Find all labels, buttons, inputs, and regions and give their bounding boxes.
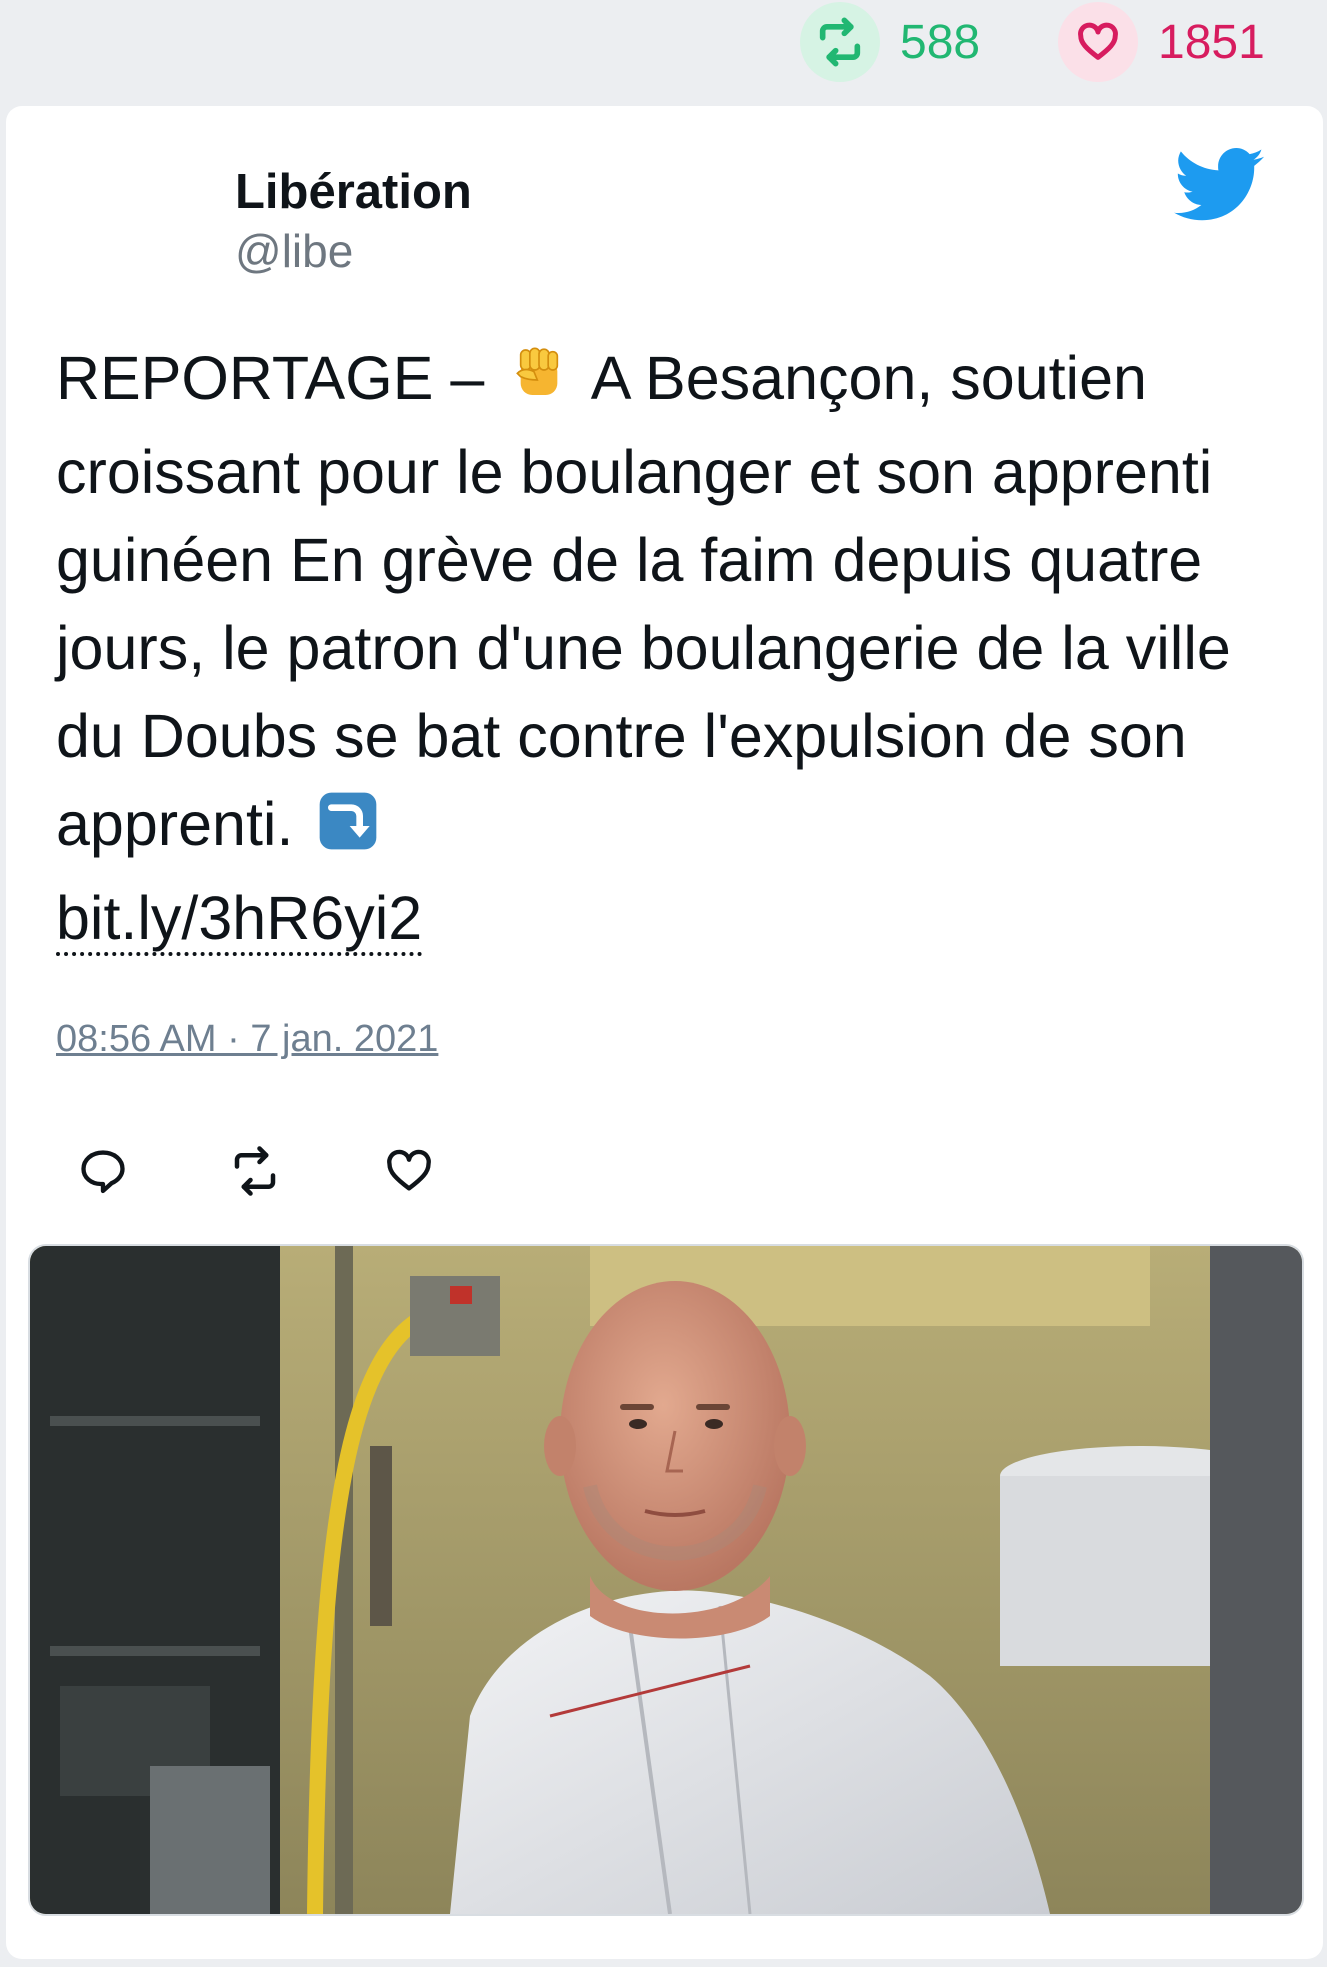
tweet-timestamp[interactable]: 08:56 AM · 7 jan. 2021: [56, 1018, 438, 1061]
twitter-bird-icon[interactable]: [1174, 148, 1266, 229]
tweet-text-part1: REPORTAGE –: [56, 344, 502, 412]
arrow-right-curving-down-emoji-icon: [318, 786, 378, 874]
tweet-text-part2: A Besançon, soutien croissant pour le bo…: [56, 344, 1231, 858]
like-count: 1851: [1158, 15, 1265, 69]
tweet-photo[interactable]: [28, 1244, 1304, 1916]
tweet-card: Libération @libe REPORTAGE – A Besançon,…: [6, 106, 1323, 1959]
retweet-icon[interactable]: [800, 2, 880, 82]
tweet-link[interactable]: bit.ly/3hR6yi2: [56, 884, 423, 956]
tweet-text: REPORTAGE – A Besançon, soutien croissan…: [56, 334, 1286, 962]
heart-icon[interactable]: [1058, 2, 1138, 82]
heart-icon[interactable]: [374, 1136, 444, 1206]
tweet-stats-bar: 588 1851: [0, 0, 1327, 98]
author-name[interactable]: Libération: [235, 164, 472, 220]
raised-fist-emoji-icon: [509, 340, 569, 428]
author-handle[interactable]: @libe: [235, 224, 353, 278]
retweet-icon[interactable]: [220, 1136, 290, 1206]
avatar[interactable]: [62, 158, 182, 278]
like-stat[interactable]: 1851: [1058, 0, 1265, 84]
retweet-stat[interactable]: 588: [800, 0, 980, 84]
reply-icon[interactable]: [68, 1136, 138, 1206]
retweet-count: 588: [900, 15, 981, 69]
